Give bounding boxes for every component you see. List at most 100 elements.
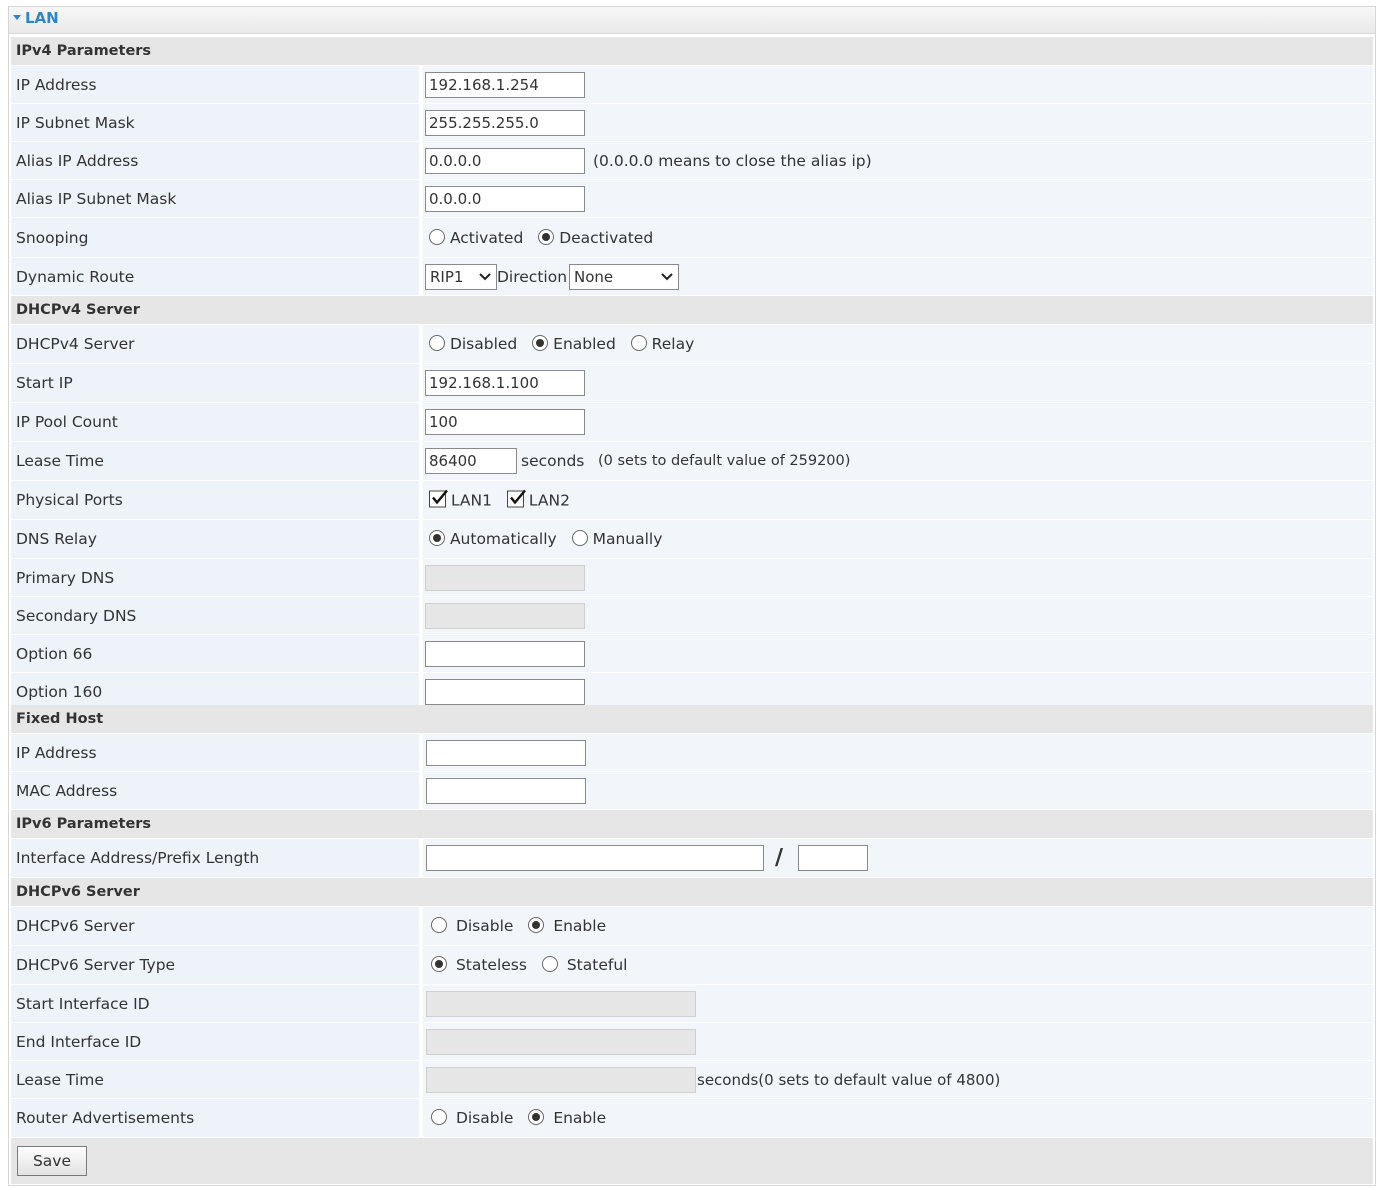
checkmark-icon [510,489,526,505]
row-subnet-mask: IP Subnet Mask 255.255.255.0 [11,104,1373,141]
lease-time-hint: (0 sets to default value of 259200) [598,453,851,469]
chevron-down-icon [661,272,673,280]
save-button[interactable]: Save [17,1146,87,1176]
field-label: IP Pool Count [16,413,118,431]
section-dhcpv4: DHCPv4 Server [11,296,1373,324]
radio-label: Deactivated [559,228,654,247]
alias-ip-hint: (0.0.0.0 means to close the alias ip) [593,151,872,170]
dhcpv6-disable-radio[interactable] [431,917,447,933]
section-fixed-host: Fixed Host [11,705,1373,733]
field-label: Lease Time [16,1070,104,1089]
row-end-interface-id: End Interface ID [11,1023,1373,1060]
lan1-checkbox[interactable] [429,489,448,508]
row-dns-relay: DNS Relay Automatically Manually [11,520,1373,558]
alias-mask-input[interactable]: 0.0.0.0 [425,185,585,212]
rip-select[interactable]: RIP1 [425,263,497,290]
row-ip-address: IP Address 192.168.1.254 [11,66,1373,103]
snooping-activated-radio[interactable] [429,228,445,245]
prefix-separator: / [775,845,784,871]
router-adv-enable-radio[interactable] [528,1109,545,1125]
dns-manually-radio[interactable] [571,530,588,546]
option66-input[interactable] [425,640,585,667]
pool-count-input[interactable]: 100 [425,409,585,435]
chevron-down-icon [479,272,491,280]
lease-time-input[interactable]: 86400 [425,448,517,474]
start-interface-id-input [426,990,696,1017]
checkmark-icon [432,489,448,505]
field-label: MAC Address [16,781,118,800]
field-label: Snooping [16,228,89,247]
dhcpv4-relay-radio[interactable] [630,335,647,351]
dhcpv4-enabled-radio[interactable] [532,335,549,351]
field-label: IP Address [16,743,97,762]
row-alias-mask: Alias IP Subnet Mask 0.0.0.0 [11,180,1373,217]
router-adv-disable-radio[interactable] [431,1109,447,1125]
stateful-radio[interactable] [541,956,558,972]
section-title: IPv4 Parameters [16,43,152,59]
radio-label: Stateful [566,956,628,974]
field-label: Start IP [16,374,73,392]
direction-select[interactable]: None [569,263,679,290]
section-dhcpv6: DHCPv6 Server [11,878,1373,906]
stateless-radio[interactable] [431,956,447,972]
field-label: Router Advertisements [16,1109,195,1127]
dhcpv6-enable-radio[interactable] [528,917,545,933]
field-label: DNS Relay [16,530,97,548]
field-label: Secondary DNS [16,606,137,625]
field-label: Option 66 [16,644,93,663]
field-label: DHCPv4 Server [16,335,135,353]
row-lease-time: Lease Time 86400 seconds (0 sets to defa… [11,442,1373,480]
rip-select-value: RIP1 [430,267,464,286]
row-dhcpv6-lease-time: Lease Time seconds(0 sets to default val… [11,1061,1373,1098]
lease-time-unit: seconds [521,452,585,470]
radio-label: Automatically [449,530,557,548]
fixed-mac-input[interactable] [426,777,586,804]
collapse-triangle-icon[interactable] [13,15,21,20]
section-ipv6: IPv6 Parameters [11,810,1373,838]
radio-label: Enable [553,1109,607,1127]
row-snooping: Snooping Activated Deactivated [11,218,1373,257]
section-title: Fixed Host [16,711,104,727]
radio-label: Manually [592,530,663,548]
row-fixed-mac: MAC Address [11,772,1373,809]
dhcpv4-disabled-radio[interactable] [429,335,445,351]
lan-panel: LAN IPv4 Parameters IP Address 192.168.1… [8,6,1376,1186]
secondary-dns-input [425,602,585,629]
row-fixed-ip: IP Address [11,734,1373,771]
row-primary-dns: Primary DNS [11,559,1373,596]
lan2-checkbox[interactable] [506,489,526,508]
start-ip-input[interactable]: 192.168.1.100 [425,370,585,396]
snooping-deactivated-radio[interactable] [538,228,555,245]
row-dhcpv4-server: DHCPv4 Server Disabled Enabled Relay [11,325,1373,363]
dns-automatically-radio[interactable] [429,530,445,546]
subnet-mask-input[interactable]: 255.255.255.0 [425,109,585,136]
end-interface-id-input [426,1028,696,1055]
ip-address-input[interactable]: 192.168.1.254 [425,71,585,98]
field-label: Alias IP Address [16,151,139,170]
panel-title-bar[interactable]: LAN [9,7,1375,34]
checkbox-label: LAN2 [528,491,570,510]
prefix-length-input[interactable] [798,845,868,871]
field-label: Option 160 [16,682,103,701]
row-dhcpv6-server-type: DHCPv6 Server Type Stateless Stateful [11,946,1373,984]
field-label: IP Address [16,75,97,94]
field-label: Start Interface ID [16,994,150,1013]
radio-label: Stateless [455,956,527,974]
fixed-ip-input[interactable] [426,739,586,766]
row-physical-ports: Physical Ports LAN1 LAN2 [11,481,1373,519]
radio-label: Activated [449,228,524,247]
radio-label: Enable [553,917,607,935]
radio-label: Disabled [449,335,518,353]
field-label: DHCPv6 Server Type [16,956,176,974]
section-title: IPv6 Parameters [16,816,152,832]
radio-label: Disable [455,917,514,935]
interface-address-input[interactable] [426,845,764,871]
row-secondary-dns: Secondary DNS [11,597,1373,634]
row-interface-address: Interface Address/Prefix Length / [11,839,1373,877]
alias-ip-input[interactable]: 0.0.0.0 [425,147,585,174]
radio-label: Disable [455,1109,514,1127]
field-label: DHCPv6 Server [16,917,135,935]
section-title: DHCPv6 Server [16,884,140,900]
direction-select-value: None [574,267,614,286]
option160-input[interactable] [425,678,585,705]
